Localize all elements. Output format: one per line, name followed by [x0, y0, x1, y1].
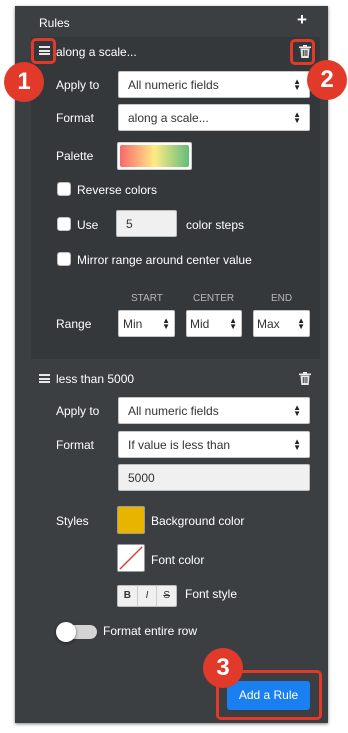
select-arrows-icon: ▲ ▼ — [293, 110, 301, 125]
palette-label: Palette — [56, 149, 94, 163]
format-value: along a scale... — [128, 111, 209, 125]
select-arrows-icon: ▲ ▼ — [293, 77, 301, 92]
reverse-colors-checkbox[interactable] — [57, 182, 71, 196]
format-entire-row-label: Format entire row — [103, 624, 198, 638]
apply-to-label: Apply to — [56, 404, 100, 418]
color-steps-label: color steps — [186, 218, 245, 232]
range-center-select[interactable]: Mid ▲ ▼ — [186, 310, 242, 337]
range-label: Range — [56, 317, 92, 331]
apply-to-value: All numeric fields — [128, 404, 219, 418]
rule-1-name: along a scale... — [56, 45, 137, 59]
palette-picker[interactable] — [117, 142, 192, 170]
format-value: If value is less than — [128, 438, 231, 452]
trash-icon[interactable] — [299, 372, 311, 385]
range-center-value: Mid — [190, 317, 210, 331]
drag-handle-icon[interactable] — [39, 374, 50, 383]
mirror-range-checkbox[interactable] — [57, 252, 71, 266]
select-arrows-icon: ▲ ▼ — [293, 403, 301, 418]
use-label: Use — [77, 218, 99, 232]
apply-to-value: All numeric fields — [128, 78, 219, 92]
font-style-group: B I S — [117, 585, 177, 607]
threshold-input[interactable]: 5000 — [118, 464, 310, 491]
toggle-knob — [56, 622, 76, 642]
format-select[interactable]: along a scale... ▲ ▼ — [118, 104, 310, 131]
apply-to-select[interactable]: All numeric fields ▲ ▼ — [118, 397, 310, 424]
strikethrough-button[interactable]: S — [157, 586, 176, 606]
use-steps-checkbox[interactable] — [57, 217, 71, 231]
font-color-swatch[interactable] — [117, 544, 145, 572]
mirror-range-label: Mirror range around center value — [77, 253, 252, 267]
palette-gradient — [120, 145, 189, 167]
color-steps-input[interactable]: 5 — [116, 210, 177, 237]
select-arrows-icon: ▲ ▼ — [297, 316, 305, 331]
select-arrows-icon: ▲ ▼ — [229, 316, 237, 331]
format-label: Format — [56, 111, 95, 125]
callout-badge-2: 2 — [307, 60, 347, 100]
bold-button[interactable]: B — [118, 586, 138, 606]
italic-button[interactable]: I — [138, 586, 158, 606]
rules-title: Rules — [39, 16, 70, 30]
select-arrows-icon: ▲ ▼ — [162, 316, 170, 331]
format-select[interactable]: If value is less than ▲ ▼ — [118, 431, 310, 458]
callout-highlight-menu — [31, 38, 56, 64]
format-entire-row-toggle[interactable] — [56, 622, 97, 642]
rule-2-name: less than 5000 — [56, 372, 135, 386]
add-rule-plus-icon[interactable]: + — [297, 11, 307, 28]
font-color-label: Font color — [151, 553, 205, 567]
range-end-select[interactable]: Max ▲ ▼ — [253, 310, 310, 337]
callout-badge-3: 3 — [203, 648, 243, 688]
range-end-header: END — [271, 293, 293, 304]
range-start-select[interactable]: Min ▲ ▼ — [118, 310, 175, 337]
select-arrows-icon: ▲ ▼ — [293, 437, 301, 452]
callout-badge-1: 1 — [4, 62, 44, 102]
callout-highlight-trash — [290, 39, 315, 65]
range-start-value: Min — [123, 317, 143, 331]
font-style-label: Font style — [185, 587, 238, 601]
background-color-label: Background color — [151, 514, 245, 528]
range-end-value: Max — [257, 317, 280, 331]
apply-to-select[interactable]: All numeric fields ▲ ▼ — [118, 71, 310, 98]
reverse-colors-label: Reverse colors — [77, 183, 158, 197]
range-start-header: START — [131, 293, 163, 304]
format-label: Format — [56, 438, 95, 452]
apply-to-label: Apply to — [56, 78, 100, 92]
range-center-header: CENTER — [193, 293, 235, 304]
background-color-swatch[interactable] — [117, 506, 145, 534]
styles-label: Styles — [56, 514, 89, 528]
